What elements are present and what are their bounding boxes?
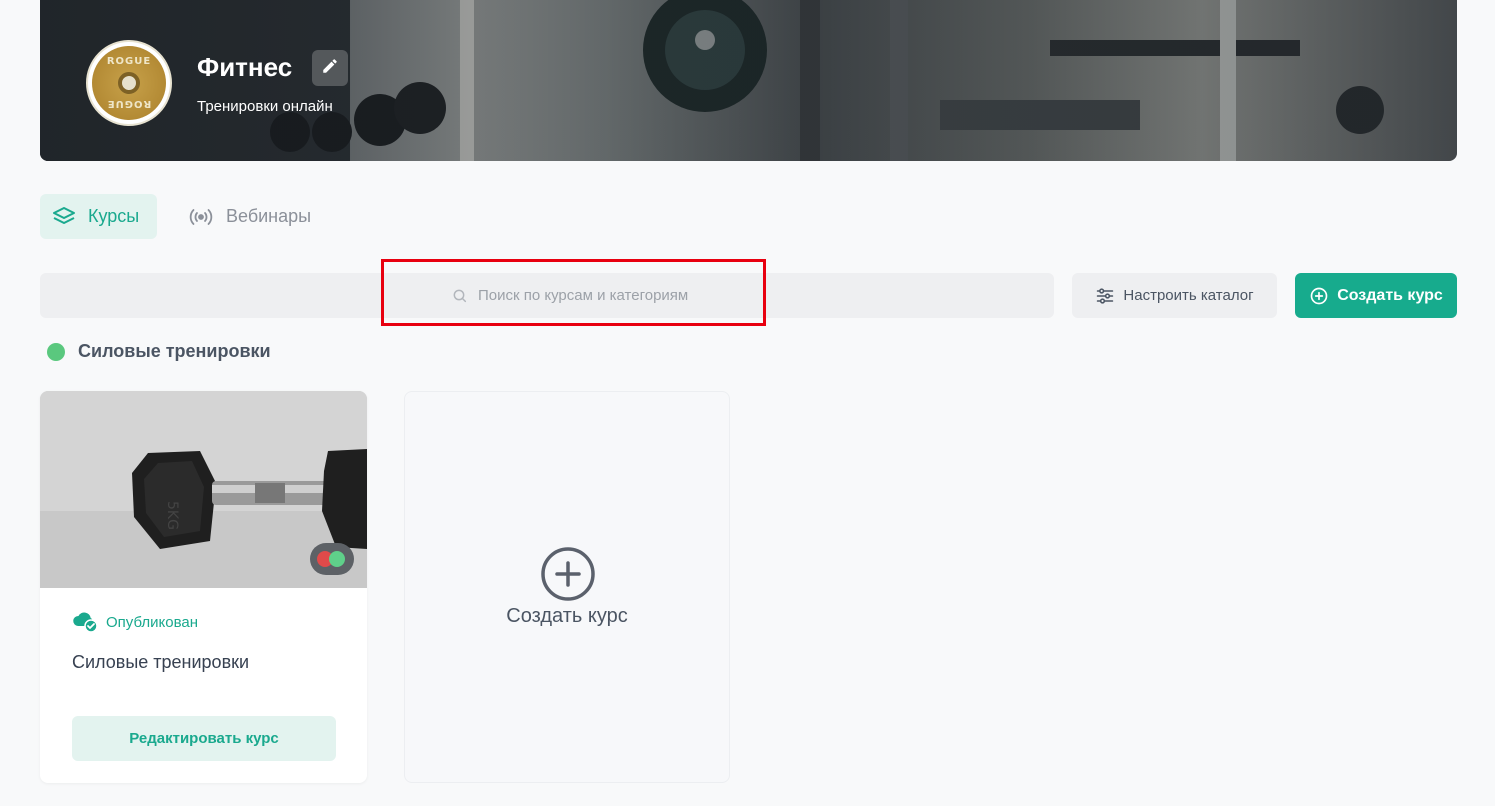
publish-toggle[interactable] bbox=[310, 543, 354, 575]
course-cover-image: 5KG bbox=[40, 391, 367, 588]
category-color-dot bbox=[47, 343, 65, 361]
edit-course-button[interactable]: Редактировать курс bbox=[72, 716, 336, 761]
sliders-icon bbox=[1095, 286, 1115, 306]
tab-webinars[interactable]: Вебинары bbox=[178, 194, 328, 239]
tab-courses[interactable]: Курсы bbox=[40, 194, 157, 239]
plus-circle-icon bbox=[540, 546, 596, 607]
tab-courses-label: Курсы bbox=[88, 206, 140, 226]
svg-text:5KG: 5KG bbox=[164, 501, 180, 530]
category-title[interactable]: Силовые тренировки bbox=[78, 341, 271, 362]
course-card[interactable]: 5KG Опубликован Силовые тренировки Редак… bbox=[40, 391, 367, 783]
status-badge: Опубликован bbox=[72, 611, 198, 633]
add-course-card[interactable]: Создать курс bbox=[404, 391, 730, 783]
highlight-box bbox=[381, 259, 766, 326]
school-title: Фитнес bbox=[197, 52, 293, 82]
configure-catalog-button[interactable]: Настроить каталог bbox=[1072, 273, 1277, 318]
edit-school-button[interactable] bbox=[312, 50, 348, 86]
school-avatar[interactable]: ROGUE ROGUE bbox=[86, 40, 172, 126]
tab-webinars-label: Вебинары bbox=[226, 206, 312, 226]
plus-circle-icon bbox=[1309, 286, 1329, 306]
course-title: Силовые тренировки bbox=[72, 652, 250, 672]
create-course-button[interactable]: Создать курс bbox=[1295, 273, 1457, 318]
cloud-check-icon bbox=[72, 611, 98, 633]
weight-plate-logo: ROGUE ROGUE bbox=[92, 46, 166, 120]
add-course-label: Создать курс bbox=[506, 605, 628, 627]
school-subtitle: Тренировки онлайн bbox=[197, 98, 333, 115]
broadcast-icon bbox=[188, 205, 214, 229]
layers-icon bbox=[52, 205, 76, 229]
pencil-icon bbox=[321, 57, 339, 80]
